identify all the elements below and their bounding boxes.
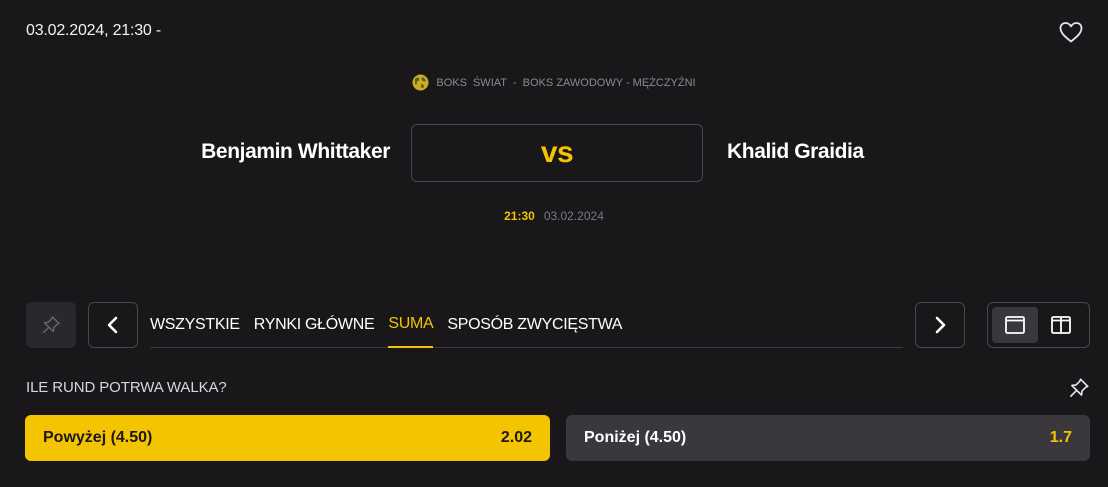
outcome-label: Poniżej (4.50) bbox=[584, 429, 687, 446]
market-pin-button[interactable] bbox=[1067, 376, 1091, 400]
event-time: 21:30 bbox=[504, 209, 535, 223]
layout-toggle bbox=[987, 302, 1090, 348]
odds-button-under[interactable]: Poniżej (4.50) 1.7 bbox=[566, 415, 1090, 461]
outcome-price: 1.7 bbox=[1049, 429, 1072, 446]
event-page: 03.02.2024, 21:30 - BOKS ŚWIAT - BOKS ZA… bbox=[0, 0, 1108, 487]
single-column-icon bbox=[1005, 316, 1025, 334]
home-competitor: Benjamin Whittaker bbox=[201, 140, 390, 163]
tab-wszystkie[interactable]: WSZYSTKIE bbox=[150, 302, 240, 348]
league-competition: BOKS ZAWODOWY - MĘŻCZYŹNI bbox=[522, 76, 696, 89]
favorite-button[interactable] bbox=[1058, 20, 1084, 44]
odds-button-over[interactable]: Powyżej (4.50) 2.02 bbox=[25, 415, 550, 461]
away-competitor: Khalid Graidia bbox=[727, 140, 864, 163]
pin-button[interactable] bbox=[26, 302, 76, 348]
single-column-view-button[interactable] bbox=[992, 307, 1038, 343]
outcome-price: 2.02 bbox=[500, 429, 532, 446]
tab-sposob-zwyciestwa[interactable]: SPOSÓB ZWYCIĘSTWA bbox=[447, 302, 622, 348]
chevron-right-icon bbox=[935, 316, 946, 334]
tabs-next-button[interactable] bbox=[915, 302, 965, 348]
league-sport: BOKS bbox=[436, 76, 467, 89]
outcome-label: Powyżej (4.50) bbox=[43, 429, 153, 446]
league-separator: - bbox=[512, 76, 517, 89]
event-start: 21:30 03.02.2024 bbox=[0, 209, 1108, 223]
pin-icon bbox=[1070, 378, 1089, 397]
market-title: ILE RUND POTRWA WALKA? bbox=[26, 379, 227, 396]
globe-icon bbox=[412, 74, 429, 91]
heart-outline-icon bbox=[1059, 22, 1083, 43]
event-date: 03.02.2024 bbox=[543, 209, 604, 223]
versus-box: vs bbox=[411, 124, 703, 182]
league-region: ŚWIAT bbox=[472, 76, 507, 89]
chevron-left-icon bbox=[107, 316, 118, 334]
tab-rynki-glowne[interactable]: RYNKI GŁÓWNE bbox=[254, 302, 375, 348]
event-datetime: 03.02.2024, 21:30 - bbox=[26, 22, 161, 39]
two-column-view-button[interactable] bbox=[1038, 307, 1084, 343]
two-columns-icon bbox=[1051, 316, 1071, 334]
pin-icon bbox=[42, 316, 60, 334]
tabs-prev-button[interactable] bbox=[88, 302, 138, 348]
league-breadcrumb: BOKS ŚWIAT - BOKS ZAWODOWY - MĘŻCZYŹNI bbox=[0, 74, 1108, 91]
versus-label: vs bbox=[540, 136, 574, 169]
market-tabs: WSZYSTKIE RYNKI GŁÓWNE SUMA SPOSÓB ZWYCI… bbox=[150, 302, 903, 348]
tab-suma[interactable]: SUMA bbox=[388, 302, 434, 348]
